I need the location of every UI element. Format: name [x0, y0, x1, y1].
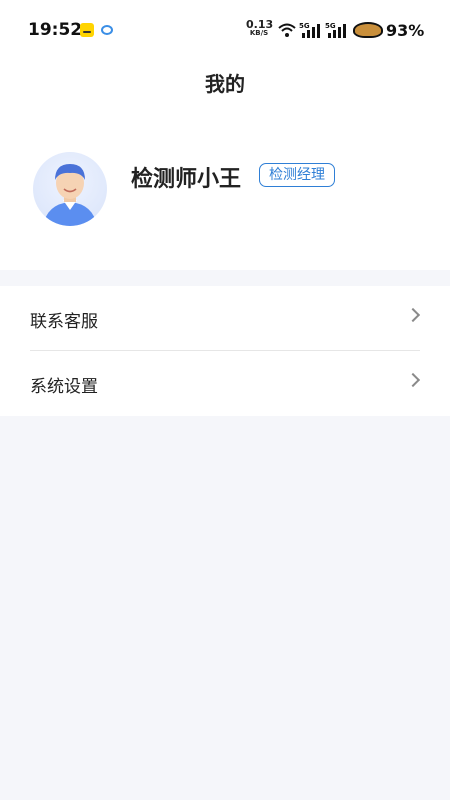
user-avatar-icon	[43, 164, 97, 226]
settings-menu: 联系客服 系统设置	[0, 286, 450, 416]
battery-percent: 93%	[386, 21, 425, 40]
net-speed-unit: KB/S	[249, 29, 269, 37]
chevron-right-icon	[405, 307, 421, 323]
menu-item-system-settings[interactable]: 系统设置	[30, 351, 421, 416]
signal-5g-icon: 5G	[299, 22, 320, 38]
avatar[interactable]	[33, 152, 107, 226]
role-badge: 检测经理	[259, 163, 335, 187]
battery-icon	[353, 22, 383, 38]
net-speed: 0.13 KB/S	[246, 18, 274, 38]
app-notification-icon	[80, 23, 94, 37]
status-bar: 19:52 0.13 KB/S 5G 5G 93%	[0, 0, 450, 60]
menu-item-contact-support[interactable]: 联系客服	[30, 286, 421, 351]
chevron-right-icon	[405, 372, 421, 388]
chat-bubble-icon	[101, 25, 113, 35]
net-speed-value: 0.13	[246, 18, 274, 31]
status-time: 19:52	[28, 20, 83, 40]
menu-item-label: 联系客服	[30, 312, 98, 332]
svg-text:5G: 5G	[299, 22, 310, 30]
wifi-icon	[278, 23, 296, 37]
svg-text:5G: 5G	[325, 22, 336, 30]
signal-5g-icon: 5G	[325, 22, 346, 38]
menu-item-label: 系统设置	[30, 377, 98, 397]
page-title: 我的	[205, 72, 245, 96]
user-name: 检测师小王	[131, 167, 242, 192]
